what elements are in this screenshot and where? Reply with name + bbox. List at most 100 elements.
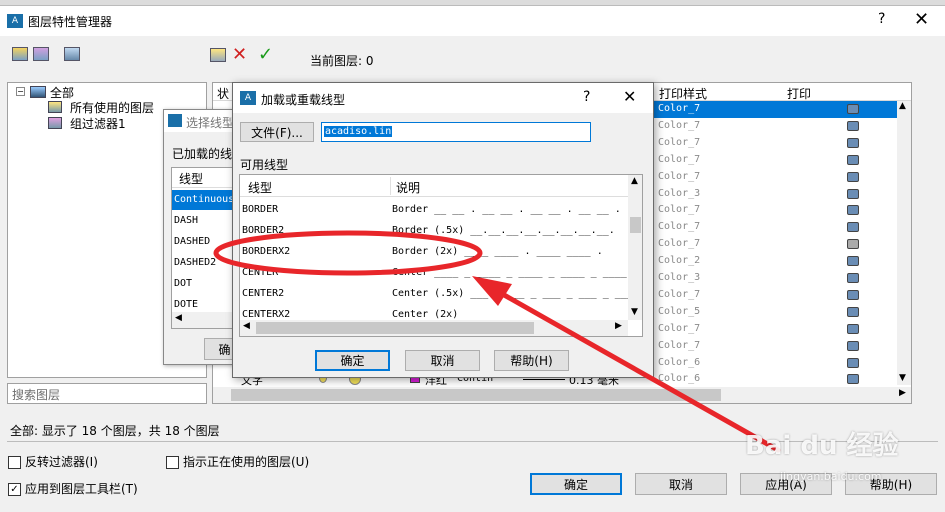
available-linetype-row[interactable]: BORDER Border __ __ . __ __ . __ __ . __ … — [240, 199, 628, 220]
new-layer-icon[interactable] — [210, 48, 226, 62]
checkbox-box[interactable] — [166, 456, 179, 469]
hscroll-right-icon[interactable]: ▶ — [899, 388, 906, 398]
col-status[interactable]: 状 — [217, 85, 229, 102]
search-layers-input[interactable]: 搜索图层 — [7, 383, 207, 404]
plot-style-row[interactable]: Color_2 — [653, 253, 897, 270]
available-linetype-row[interactable]: BORDER2 Border (.5x) __.__.__.__.__.__.__… — [240, 220, 628, 241]
linetype-desc: Border (2x) ____ ____ . ____ ____ . — [392, 246, 603, 257]
select-dialog-titlebar: 选择线型 — [164, 110, 242, 132]
plot-style-row[interactable]: Color_5 — [653, 304, 897, 321]
plot-style-text: Color_3 — [658, 272, 701, 283]
col-linetype[interactable]: 线型 — [248, 179, 272, 196]
printer-icon[interactable] — [847, 104, 859, 114]
printer-icon[interactable] — [847, 171, 859, 182]
filter-icon — [48, 101, 62, 113]
printer-icon[interactable] — [847, 357, 859, 368]
hscroll-thumb[interactable] — [231, 389, 721, 401]
printer-icon[interactable] — [847, 120, 859, 131]
printer-icon[interactable] — [847, 289, 859, 300]
linetype-name: BORDERX2 — [242, 246, 291, 257]
checkbox-checked[interactable]: ✓ — [8, 483, 21, 496]
invert-filter-checkbox[interactable]: 反转过滤器(I) — [8, 453, 98, 470]
printer-icon[interactable] — [847, 239, 859, 250]
checkbox-box[interactable] — [8, 456, 21, 469]
group-filter-tree-icon — [48, 117, 62, 129]
select-linetype-dialog[interactable]: 选择线型 已加载的线型 线型 Continuous DASH DASHED DASHE… — [163, 109, 244, 365]
file-button[interactable]: 文件(F)... — [240, 122, 314, 142]
plot-style-row[interactable]: Color_7 — [653, 152, 897, 169]
printer-icon[interactable] — [847, 340, 859, 351]
delete-layer-icon[interactable]: ✕ — [232, 44, 247, 65]
load-ok-button[interactable]: 确定 — [315, 350, 390, 371]
printer-icon[interactable] — [847, 323, 859, 334]
linetype-name: BORDER2 — [242, 225, 285, 236]
linetype-name: CENTER2 — [242, 288, 285, 299]
available-linetype-list[interactable]: 线型 说明 BORDER Border __ __ . __ __ . __ __… — [239, 174, 643, 337]
tree-item-filter1[interactable]: 组过滤器1 — [70, 115, 126, 132]
plot-style-row[interactable]: Color_7 — [653, 135, 897, 152]
available-linetype-row[interactable]: BORDERX2 Border (2x) ____ ____ . ____ ___… — [240, 241, 628, 262]
printer-icon[interactable] — [847, 306, 859, 317]
avail-list-header: 线型 说明 — [240, 175, 628, 197]
plot-style-row[interactable]: Color_6 — [653, 355, 897, 372]
new-filter-icon[interactable] — [12, 47, 28, 61]
ok-button[interactable]: 确定 — [530, 473, 622, 495]
layers-icon — [30, 86, 46, 98]
plot-style-row[interactable]: Color_7 — [653, 101, 897, 118]
printer-icon[interactable] — [847, 222, 859, 233]
available-linetype-row[interactable]: CENTER2 Center (.5x) ___ _ ___ _ ___ _ __… — [240, 283, 633, 304]
printer-icon[interactable] — [847, 205, 859, 216]
col-desc[interactable]: 说明 — [396, 179, 420, 196]
watermark-sub: jingyan.baidu.com — [780, 470, 882, 483]
tree-item-in-use[interactable]: 所有使用的图层 — [70, 99, 154, 116]
plot-style-row[interactable]: Color_7 — [653, 287, 897, 304]
vscroll-thumb[interactable] — [630, 217, 641, 233]
printer-icon[interactable] — [847, 137, 859, 148]
plot-style-row[interactable]: Color_3 — [653, 186, 897, 203]
plot-style-text: Color_7 — [658, 119, 701, 131]
main-title-bar: A 图层特性管理器 ? ✕ — [0, 6, 945, 36]
available-linetype-row[interactable]: CENTER Center ____ _ ____ _ ____ _ ____ _… — [240, 262, 628, 283]
set-current-icon[interactable]: ✓ — [258, 44, 273, 65]
load-cancel-button[interactable]: 取消 — [405, 350, 480, 371]
app-icon: A — [240, 91, 256, 105]
plot-style-row[interactable]: Color_7 — [653, 338, 897, 355]
app-icon: A — [7, 14, 23, 28]
plot-style-row[interactable]: Color_7 — [653, 321, 897, 338]
plot-style-row[interactable]: Color_7 — [653, 219, 897, 236]
current-layer-label: 当前图层: 0 — [310, 54, 374, 68]
help-icon[interactable]: ? — [878, 11, 885, 27]
plot-style-row[interactable]: Color_3 — [653, 270, 897, 287]
load-help-button[interactable]: 帮助(H) — [494, 350, 569, 371]
printer-icon[interactable] — [847, 188, 859, 199]
load-dialog-title: 加载或重载线型 — [261, 93, 346, 107]
close-icon[interactable]: ✕ — [914, 9, 929, 30]
avail-list-hscroll[interactable]: ◀ ▶ — [240, 320, 628, 336]
tree-collapse-icon[interactable]: − — [16, 87, 25, 96]
hscroll-thumb[interactable] — [256, 322, 534, 334]
col-plotstyle[interactable]: 打印样式 — [659, 85, 707, 102]
layer-list-hscroll[interactable]: ▶ — [213, 387, 911, 403]
plot-style-row[interactable]: Color_7 — [653, 202, 897, 219]
printer-icon[interactable] — [847, 273, 859, 283]
load-linetype-dialog[interactable]: A 加载或重载线型 ? ✕ 文件(F)... acadiso.lin 可用线型 … — [232, 82, 654, 378]
plot-style-row[interactable]: Color_7 — [653, 236, 897, 253]
state-manager-icon[interactable] — [64, 47, 80, 61]
col-plot[interactable]: 打印 — [787, 85, 811, 102]
indicate-in-use-checkbox[interactable]: 指示正在使用的图层(U) — [166, 453, 309, 470]
printer-icon[interactable] — [847, 256, 859, 267]
close-icon[interactable]: ✕ — [623, 87, 636, 106]
printer-icon[interactable] — [847, 154, 859, 165]
plot-style-row[interactable]: Color_7 — [653, 118, 897, 135]
col-divider — [390, 177, 391, 195]
avail-list-vscroll[interactable]: ▲ ▼ — [628, 175, 642, 320]
layer-list-vscroll[interactable]: ▲ ▼ — [897, 101, 911, 385]
linetype-name: BORDER — [242, 204, 279, 215]
help-icon[interactable]: ? — [583, 89, 590, 105]
plot-style-row[interactable]: Color_7 — [653, 169, 897, 186]
apply-toolbar-checkbox[interactable]: ✓ 应用到图层工具栏(T) — [8, 480, 138, 497]
cancel-button[interactable]: 取消 — [635, 473, 727, 495]
file-name-input[interactable]: acadiso.lin — [321, 122, 591, 142]
group-filter-icon[interactable] — [33, 47, 49, 61]
linetype-name: CENTER — [242, 267, 279, 278]
